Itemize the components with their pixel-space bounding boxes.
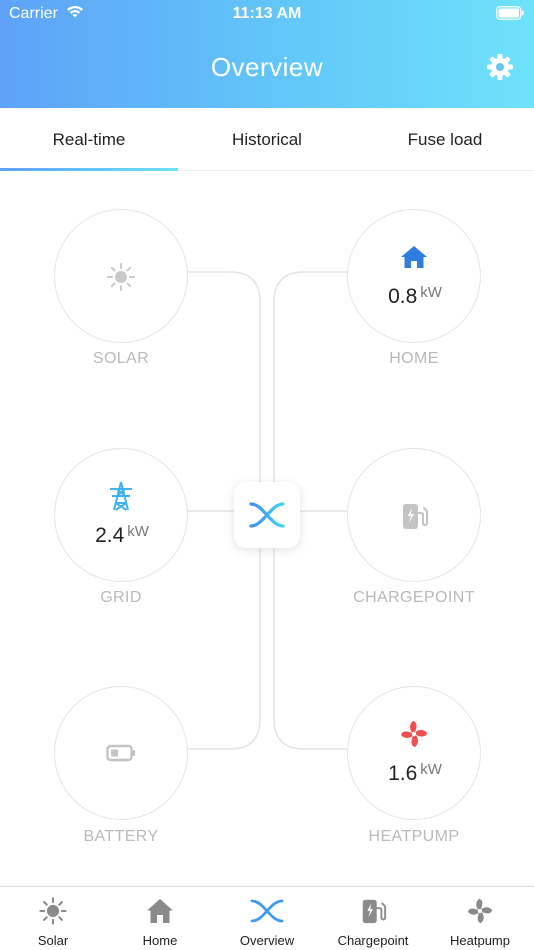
heatpump-value-number: 1.6 [388, 762, 418, 785]
nav-label-home: Home [142, 933, 178, 948]
battery-node[interactable] [54, 686, 188, 820]
sun-icon [39, 897, 67, 925]
nav-item-overview[interactable]: Overview [214, 887, 320, 950]
nav-item-home[interactable]: Home [107, 887, 213, 950]
home-node[interactable]: 0.8 kW [347, 209, 481, 343]
home-icon [401, 246, 427, 268]
sun-icon [107, 263, 135, 291]
battery-label: BATTERY [83, 828, 159, 845]
status-time: 11:13 AM [232, 5, 302, 22]
nav-label-solar: Solar [37, 933, 69, 948]
tab-bar: Real-time Historical Fuse load [0, 108, 534, 171]
tab-real-time[interactable]: Real-time [0, 108, 178, 171]
center-hub[interactable] [234, 482, 300, 548]
nav-item-chargepoint[interactable]: Chargepoint [320, 887, 426, 950]
grid-label: GRID [100, 589, 142, 606]
status-bar: Carrier 11:13 AM [0, 0, 534, 30]
solar-node[interactable] [54, 209, 188, 343]
heatpump-label: HEATPUMP [368, 828, 460, 845]
solar-label: SOLAR [92, 350, 150, 367]
heatpump-value: 1.6 kW [348, 761, 482, 786]
ev-charger-icon [362, 899, 387, 924]
heatpump-node[interactable]: 1.6 kW [347, 686, 481, 820]
page-title: Overview [210, 52, 324, 82]
heatpump-value-unit: kW [420, 761, 442, 778]
tab-fuse-load[interactable]: Fuse load [356, 108, 534, 171]
overview-logo-icon [250, 899, 284, 923]
fan-icon [467, 898, 493, 924]
settings-gear-icon[interactable] [486, 53, 514, 81]
nav-item-heatpump[interactable]: Heatpump [427, 887, 533, 950]
battery-icon [106, 744, 135, 762]
nav-item-solar[interactable]: Solar [0, 887, 106, 950]
nav-label-chargepoint: Chargepoint [337, 933, 409, 948]
home-value: 0.8 kW [348, 284, 482, 309]
home-label: HOME [389, 350, 439, 367]
tab-historical[interactable]: Historical [178, 108, 356, 171]
grid-value: 2.4 kW [55, 523, 189, 548]
pylon-icon [110, 481, 132, 511]
bottom-nav: Solar Home Overview Chargepoint Heatpump [0, 886, 534, 950]
chargepoint-label: CHARGEPOINT [353, 589, 475, 606]
active-tab-indicator [0, 168, 178, 171]
chargepoint-node[interactable] [347, 448, 481, 582]
home-value-number: 0.8 [388, 285, 418, 308]
grid-value-number: 2.4 [95, 524, 125, 547]
header: Carrier 11:13 AM Overview [0, 0, 534, 108]
fan-icon [401, 721, 427, 747]
overview-logo-icon [249, 502, 285, 528]
nav-label-heatpump: Heatpump [450, 933, 510, 948]
energy-flow-panel: SOLAR 0.8 kW HOME 2.4 kW GRID CHARGEPOIN… [0, 172, 534, 886]
grid-node[interactable]: 2.4 kW [54, 448, 188, 582]
home-icon [147, 899, 173, 923]
ev-charger-icon [403, 504, 428, 529]
nav-label-overview: Overview [239, 933, 295, 948]
battery-status-icon [496, 6, 524, 20]
home-value-unit: kW [420, 284, 442, 301]
grid-value-unit: kW [127, 523, 149, 540]
